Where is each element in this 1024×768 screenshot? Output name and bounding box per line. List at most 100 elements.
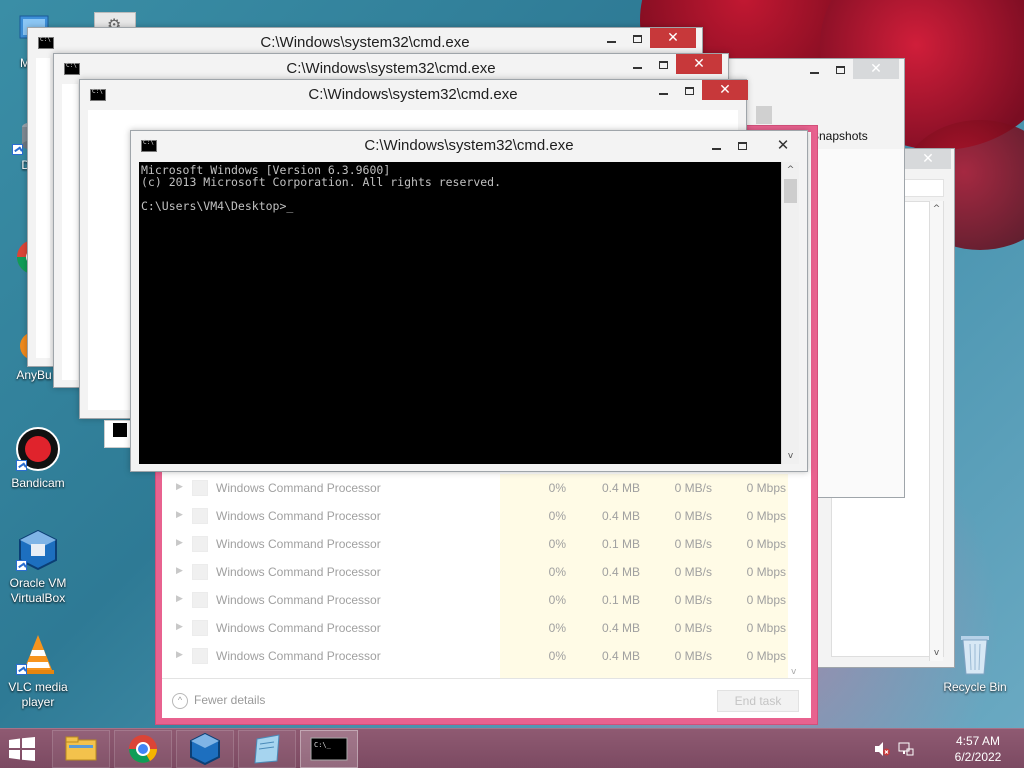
expand-arrow-icon[interactable]: ▶ xyxy=(176,481,183,492)
minimize-button[interactable] xyxy=(624,54,650,74)
cmd-window-active[interactable]: C:\Windows\system32\cmd.exe ✕ Microsoft … xyxy=(130,130,808,472)
taskbar-chrome[interactable] xyxy=(114,730,172,768)
console-scrollbar[interactable]: ^ v xyxy=(781,162,799,464)
console-area xyxy=(62,84,78,380)
taskbar-file-explorer[interactable] xyxy=(52,730,110,768)
close-button[interactable]: ✕ xyxy=(650,28,696,48)
close-button[interactable]: ✕ xyxy=(676,54,722,74)
taskbar-clock[interactable]: 4:57 AM 6/2/2022 xyxy=(938,733,1018,765)
shortcut-arrow-icon xyxy=(16,460,27,471)
taskbar: C:\_ 4:57 AM 6/2/2022 xyxy=(0,728,1024,768)
minimize-icon xyxy=(632,66,642,69)
taskbar-cmd[interactable]: C:\_ xyxy=(300,730,358,768)
desktop-icon-label: Bandicam xyxy=(11,476,65,490)
minimize-button[interactable] xyxy=(650,80,676,100)
scroll-up-icon[interactable]: ^ xyxy=(930,201,943,217)
expand-arrow-icon[interactable]: ▶ xyxy=(176,593,183,604)
minimize-icon xyxy=(711,147,721,150)
footer-divider xyxy=(162,678,811,679)
expand-arrow-icon[interactable]: ▶ xyxy=(176,565,183,576)
network-icon[interactable] xyxy=(898,741,914,757)
desktop-icon-virtualbox[interactable]: Oracle VM VirtualBox xyxy=(0,528,76,606)
minimize-button[interactable] xyxy=(801,59,827,79)
process-row[interactable]: ▶ Windows Command Processor 0% 0.4 MB 0 MB/s… xyxy=(162,474,802,502)
volume-muted-icon[interactable] xyxy=(874,741,890,757)
process-memory: 0.4 MB xyxy=(601,509,640,523)
expand-arrow-icon[interactable]: ▶ xyxy=(176,621,183,632)
file-explorer-icon xyxy=(65,736,97,761)
minimize-button[interactable] xyxy=(703,135,729,155)
process-cpu: 0% xyxy=(548,621,566,635)
process-row[interactable]: ▶ Windows Command Processor 0% 0.1 MB 0 MB/s… xyxy=(162,586,802,614)
close-button[interactable]: ✕ xyxy=(702,80,748,100)
close-icon: ✕ xyxy=(693,56,705,72)
expand-arrow-icon[interactable]: ▶ xyxy=(176,509,183,520)
process-memory: 0.1 MB xyxy=(601,593,640,607)
window-title: C:\Windows\system32\cmd.exe xyxy=(308,86,518,103)
start-button[interactable] xyxy=(8,737,36,761)
close-icon: ✕ xyxy=(870,61,882,77)
recycle-bin-icon xyxy=(961,636,989,675)
process-network: 0 Mbps xyxy=(746,649,786,663)
process-icon xyxy=(192,564,208,580)
console-output[interactable]: Microsoft Windows [Version 6.3.9600] (c) … xyxy=(139,162,781,464)
maximize-button[interactable] xyxy=(624,28,650,48)
process-row[interactable]: ▶ Windows Command Processor 0% 0.4 MB 0 MB/s… xyxy=(162,558,802,586)
close-button[interactable]: ✕ xyxy=(853,59,899,79)
desktop: My C ⚙ Data G C AnyBu Ba xyxy=(0,0,1024,728)
close-button[interactable]: ✕ xyxy=(763,135,803,155)
scroll-down-icon[interactable]: v xyxy=(791,667,796,677)
snapshots-tab[interactable]: Snapshots xyxy=(811,129,868,143)
scroll-down-icon[interactable]: v xyxy=(782,448,799,464)
maximize-button[interactable] xyxy=(676,80,702,100)
console-prompt: C:\Users\VM4\Desktop>_ xyxy=(141,199,294,213)
svg-text:C:\_: C:\_ xyxy=(314,741,332,749)
process-icon xyxy=(192,480,208,496)
process-row[interactable]: ▶ Windows Command Processor 0% 0.4 MB 0 MB/s… xyxy=(162,642,802,670)
titlebar[interactable]: C:\Windows\system32\cmd.exe ✕ xyxy=(80,80,748,110)
maximize-icon xyxy=(658,60,668,69)
maximize-icon xyxy=(632,34,642,43)
taskbar-notepad[interactable] xyxy=(238,730,296,768)
maximize-icon xyxy=(835,65,845,74)
desktop-icon-bandicam[interactable]: Bandicam xyxy=(0,426,76,491)
minimize-icon xyxy=(809,71,819,74)
expand-arrow-icon[interactable]: ▶ xyxy=(176,649,183,660)
process-row[interactable]: ▶ Windows Command Processor 0% 0.4 MB 0 MB/s… xyxy=(162,614,802,642)
list-scrollbar[interactable]: ^ v xyxy=(929,201,943,661)
process-row[interactable]: ▶ Windows Command Processor 0% 0.1 MB 0 MB/s… xyxy=(162,530,802,558)
scrollbar-thumb[interactable] xyxy=(784,179,797,203)
maximize-button[interactable] xyxy=(650,54,676,74)
close-icon: ✕ xyxy=(922,151,934,167)
process-name: Windows Command Processor xyxy=(216,621,381,635)
desktop-icon-label: Recycle Bin xyxy=(943,680,1007,694)
process-scrollbar[interactable]: v xyxy=(790,474,802,679)
titlebar[interactable]: C:\Windows\system32\cmd.exe ✕ xyxy=(131,131,807,161)
scroll-up-icon[interactable]: ^ xyxy=(782,162,799,178)
taskbar-virtualbox[interactable] xyxy=(176,730,234,768)
console-area xyxy=(36,58,50,358)
process-cpu: 0% xyxy=(548,509,566,523)
desktop-icon-vlc[interactable]: VLC media player xyxy=(0,632,76,710)
maximize-button[interactable] xyxy=(827,59,853,79)
end-task-button[interactable]: End task xyxy=(717,690,799,712)
expand-arrow-icon[interactable]: ▶ xyxy=(176,537,183,548)
process-name: Windows Command Processor xyxy=(216,565,381,579)
console-line: (c) 2013 Microsoft Corporation. All righ… xyxy=(141,175,502,189)
maximize-icon xyxy=(684,86,694,95)
scroll-down-icon[interactable]: v xyxy=(930,645,943,661)
minimize-button[interactable] xyxy=(598,28,624,48)
scrollbar-thumb[interactable] xyxy=(756,106,772,124)
process-name: Windows Command Processor xyxy=(216,537,381,551)
process-disk: 0 MB/s xyxy=(674,593,712,607)
maximize-button[interactable] xyxy=(729,135,755,155)
shortcut-arrow-icon xyxy=(16,560,27,571)
fewer-details-link[interactable]: ^ Fewer details xyxy=(172,693,265,709)
process-cpu: 0% xyxy=(548,593,566,607)
minimize-icon xyxy=(658,92,668,95)
close-button[interactable]: ✕ xyxy=(905,149,951,169)
process-icon xyxy=(192,592,208,608)
desktop-icon-label: Oracle VM VirtualBox xyxy=(9,576,67,605)
virtualbox-icon xyxy=(190,732,220,766)
process-row[interactable]: ▶ Windows Command Processor 0% 0.4 MB 0 MB/s… xyxy=(162,502,802,530)
